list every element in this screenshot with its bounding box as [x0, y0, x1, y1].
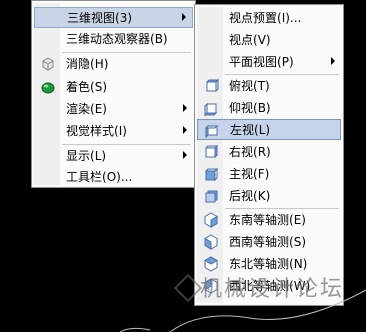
- drawing-canvas: [119, 289, 366, 332]
- canvas-curve: [119, 327, 151, 332]
- canvas-curve: [169, 289, 366, 332]
